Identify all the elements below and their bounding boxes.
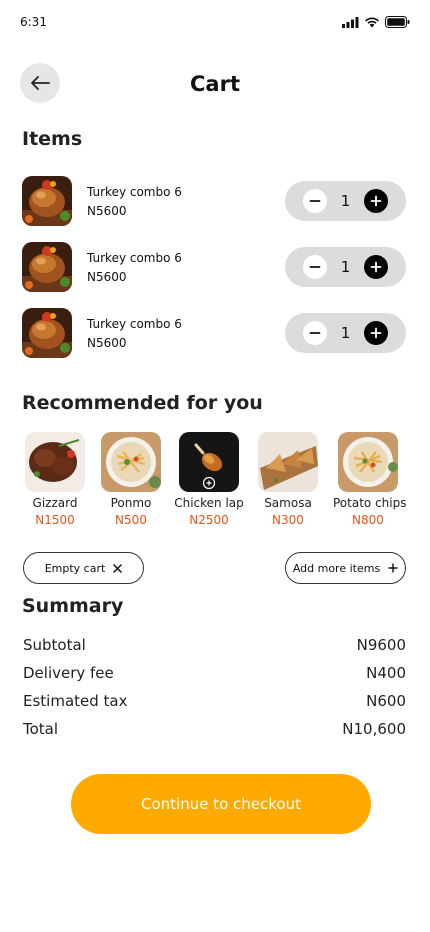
quantity-stepper: 1 <box>285 313 406 353</box>
wifi-icon <box>365 17 379 28</box>
recommended-item-name: Chicken lap <box>174 496 244 510</box>
recommended-item-gizzard[interactable]: Gizzard N1500 <box>20 432 90 527</box>
status-bar: 6:31 <box>0 0 430 46</box>
cart-item: Turkey combo 6 N5600 1 <box>22 242 406 292</box>
battery-icon <box>385 16 410 28</box>
close-icon <box>113 563 123 573</box>
cart-item: Turkey combo 6 N5600 1 <box>22 176 406 226</box>
cellular-signal-icon <box>342 16 359 28</box>
status-time: 6:31 <box>20 15 47 29</box>
item-name: Turkey combo 6 <box>87 185 182 199</box>
quantity-stepper: 1 <box>285 247 406 287</box>
plus-icon <box>388 563 398 573</box>
recommended-item-price: N1500 <box>35 513 75 527</box>
recommended-item-name: Potato chips <box>333 496 407 510</box>
recommended-heading: Recommended for you <box>22 392 263 414</box>
summary-row-subtotal: Subtotal N9600 <box>23 636 406 656</box>
empty-cart-button[interactable]: Empty cart <box>23 552 144 584</box>
item-price: N5600 <box>87 270 127 284</box>
recommended-item-price: N800 <box>352 513 384 527</box>
plus-icon <box>370 261 382 273</box>
recommended-item-name: Gizzard <box>32 496 78 510</box>
recommended-item-ponmo[interactable]: Ponmo N500 <box>96 432 166 527</box>
page-title: Cart <box>190 72 240 96</box>
increase-quantity-button[interactable] <box>364 189 388 213</box>
items-heading: Items <box>22 128 83 150</box>
summary-row-total: Total N10,600 <box>23 720 406 740</box>
recommended-item-name: Ponmo <box>110 496 152 510</box>
item-image <box>22 176 72 226</box>
gizzard-image <box>25 432 85 492</box>
checkout-button[interactable]: Continue to checkout <box>71 774 371 834</box>
status-icons <box>342 16 410 28</box>
add-more-items-button[interactable]: Add more items <box>285 552 406 584</box>
add-more-items-label: Add more items <box>292 561 381 575</box>
recommended-item-price: N500 <box>115 513 147 527</box>
quantity-stepper: 1 <box>285 181 406 221</box>
ponmo-image <box>101 432 161 492</box>
delivery-fee-value: N400 <box>366 664 406 682</box>
increase-quantity-button[interactable] <box>364 255 388 279</box>
delivery-fee-label: Delivery fee <box>23 664 114 682</box>
samosa-image <box>258 432 318 492</box>
item-price: N5600 <box>87 204 127 218</box>
recommended-item-price: N2500 <box>189 513 229 527</box>
item-price: N5600 <box>87 336 127 350</box>
recommended-item-chicken-lap[interactable]: Chicken lap N2500 <box>174 432 244 527</box>
summary-heading: Summary <box>22 595 124 617</box>
summary-row-delivery: Delivery fee N400 <box>23 664 406 684</box>
subtotal-value: N9600 <box>356 636 406 654</box>
potato-chips-image <box>338 432 398 492</box>
cart-item: Turkey combo 6 N5600 1 <box>22 308 406 358</box>
item-name: Turkey combo 6 <box>87 251 182 265</box>
chicken-lap-image <box>179 432 239 492</box>
total-label: Total <box>23 720 59 738</box>
estimated-tax-value: N600 <box>366 692 406 710</box>
item-name: Turkey combo 6 <box>87 317 182 331</box>
subtotal-label: Subtotal <box>23 636 86 654</box>
total-value: N10,600 <box>342 720 406 738</box>
item-image <box>22 308 72 358</box>
plus-icon <box>370 327 382 339</box>
empty-cart-label: Empty cart <box>44 561 106 575</box>
recommended-item-potato-chips[interactable]: Potato chips N800 <box>333 432 407 527</box>
plus-icon <box>370 195 382 207</box>
estimated-tax-label: Estimated tax <box>23 692 128 710</box>
recommended-item-samosa[interactable]: Samosa N300 <box>253 432 323 527</box>
increase-quantity-button[interactable] <box>364 321 388 345</box>
recommended-item-name: Samosa <box>264 496 312 510</box>
recommended-item-price: N300 <box>272 513 304 527</box>
summary-row-tax: Estimated tax N600 <box>23 692 406 712</box>
item-image <box>22 242 72 292</box>
